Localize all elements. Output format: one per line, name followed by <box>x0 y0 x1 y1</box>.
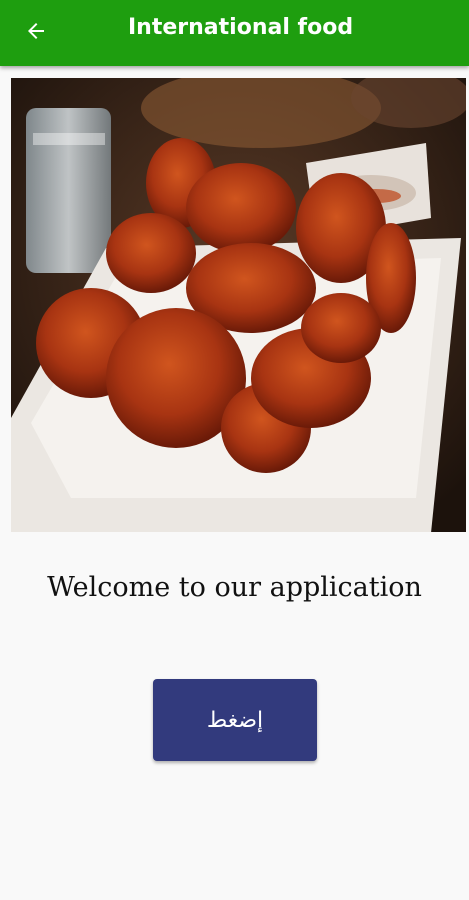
press-button-label: إضغط <box>206 707 264 733</box>
press-button[interactable]: إضغط <box>153 679 317 761</box>
back-button[interactable] <box>16 14 56 52</box>
app-bar: International food <box>0 0 469 66</box>
food-image <box>11 78 466 532</box>
arrow-left-icon <box>24 19 48 48</box>
page-title: International food <box>128 15 354 40</box>
screen: International food Welcome to our applic… <box>0 0 469 900</box>
welcome-text: Welcome to our application <box>47 572 422 603</box>
